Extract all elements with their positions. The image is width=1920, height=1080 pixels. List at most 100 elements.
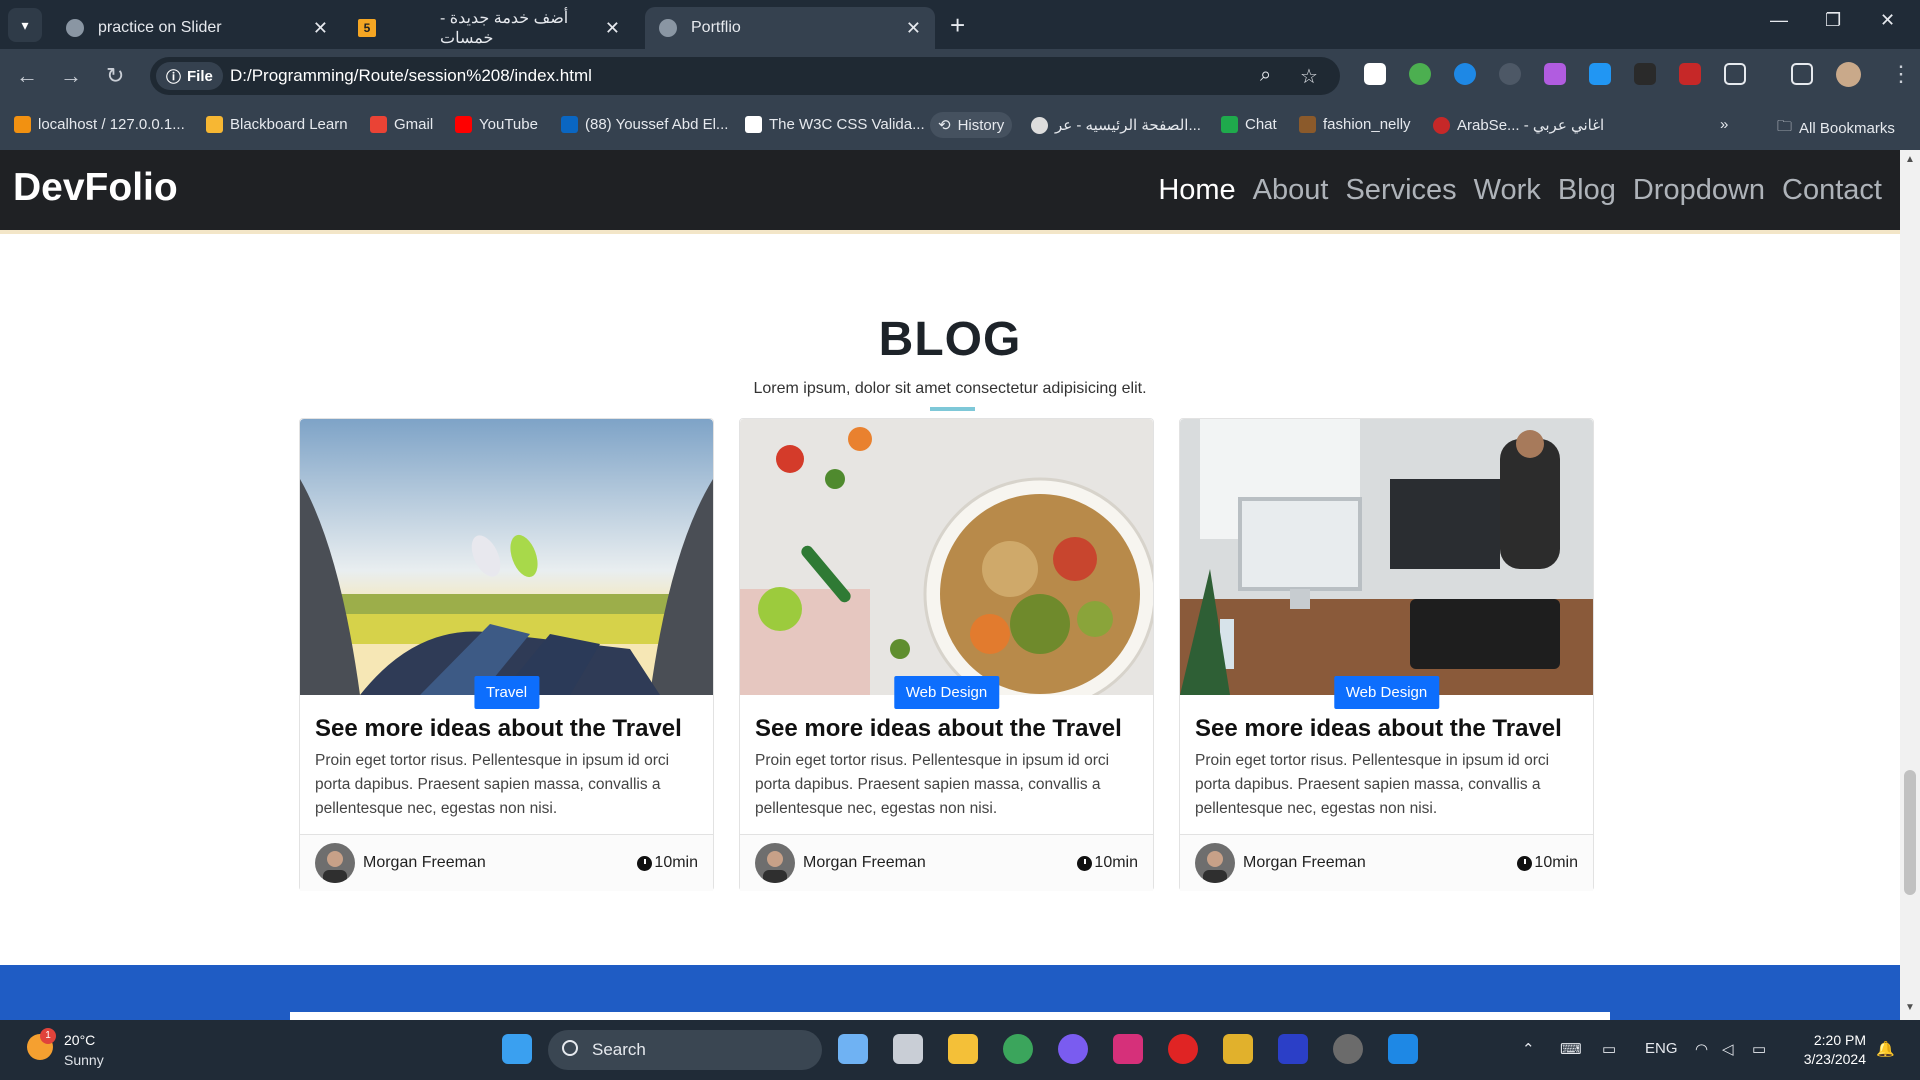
browser-tab-active[interactable]: Portflio ✕ [645, 7, 935, 49]
messenger-icon[interactable] [1058, 1034, 1088, 1064]
l-app-icon[interactable] [1278, 1034, 1308, 1064]
card-title[interactable]: See more ideas about the Travel [1195, 715, 1562, 743]
scroll-down-icon[interactable]: ▼ [1905, 1002, 1915, 1013]
copilot-icon[interactable] [838, 1034, 868, 1064]
blog-card[interactable]: Web Design See more ideas about the Trav… [1179, 418, 1594, 891]
tab-search-button[interactable]: ▾ [8, 8, 42, 42]
extension-icon[interactable] [1634, 63, 1656, 85]
bookmark-label: The W3C CSS Valida... [769, 116, 925, 133]
bookmark-item[interactable]: YouTube [455, 116, 538, 133]
forward-icon[interactable]: → [60, 63, 82, 89]
wifi-icon[interactable]: ◠ [1695, 1040, 1708, 1058]
card-image-office[interactable] [1180, 419, 1593, 695]
tab-title: Portflio [691, 19, 741, 36]
display-icon[interactable]: ▭ [1602, 1040, 1616, 1058]
react-icon[interactable] [1499, 63, 1521, 85]
bookmark-item[interactable]: الصفحة الرئيسيه - عر... [1031, 116, 1201, 134]
bookmark-item[interactable]: Gmail [370, 116, 433, 133]
blog-card[interactable]: Travel See more ideas about the Travel P… [299, 418, 714, 891]
author-name[interactable]: Morgan Freeman [1243, 854, 1366, 872]
nav-link-contact[interactable]: Contact [1782, 174, 1882, 207]
extension-icon[interactable] [1364, 63, 1386, 85]
keyboard-icon[interactable]: ⌨ [1560, 1040, 1582, 1058]
extension-icon[interactable] [1544, 63, 1566, 85]
bookmark-item[interactable]: Chat [1221, 116, 1277, 133]
bookmark-item[interactable]: localhost / 127.0.0.1... [14, 116, 185, 133]
category-badge[interactable]: Web Design [1333, 676, 1440, 709]
nav-link-services[interactable]: Services [1345, 174, 1456, 207]
browser-tab[interactable]: 5 أضف خدمة جديدة - خمسات ✕ [344, 7, 634, 49]
extensions-puzzle-icon[interactable] [1724, 63, 1746, 85]
minimize-icon[interactable]: — [1770, 10, 1788, 31]
star-icon[interactable]: ☆ [1300, 64, 1318, 89]
back-icon[interactable]: ← [16, 63, 38, 89]
linkedin-icon [561, 116, 578, 133]
close-icon[interactable]: ✕ [906, 18, 921, 39]
media-player-icon[interactable] [1333, 1034, 1363, 1064]
file-explorer-icon[interactable] [948, 1034, 978, 1064]
download-icon[interactable] [1589, 63, 1611, 85]
language-indicator[interactable]: ENG [1645, 1040, 1678, 1057]
close-icon[interactable]: ✕ [313, 18, 328, 39]
read-time: 10min [637, 854, 698, 872]
side-panel-icon[interactable] [1791, 63, 1813, 85]
address-bar[interactable]: ⓘ File D:/Programming/Route/session%208/… [150, 57, 1340, 95]
notifications-bell-icon[interactable]: 🔔 [1876, 1040, 1895, 1058]
bookmark-item-history[interactable]: ⟲ History [930, 112, 1013, 138]
weather-desc[interactable]: Sunny [64, 1052, 104, 1068]
nav-link-work[interactable]: Work [1474, 174, 1541, 207]
extension-icon[interactable] [1454, 63, 1476, 85]
card-title[interactable]: See more ideas about the Travel [755, 715, 1122, 743]
reload-icon[interactable]: ↻ [106, 63, 124, 89]
card-image-travel[interactable] [300, 419, 713, 695]
author-name[interactable]: Morgan Freeman [803, 854, 926, 872]
battery-icon[interactable]: ▭ [1752, 1040, 1766, 1058]
card-title[interactable]: See more ideas about the Travel [315, 715, 682, 743]
nav-link-home[interactable]: Home [1158, 174, 1235, 207]
new-tab-button[interactable]: + [950, 10, 965, 41]
tray-chevron-icon[interactable]: ⌃ [1522, 1040, 1535, 1058]
bookmark-item[interactable]: ArabSe... - اغاني عربي [1433, 116, 1604, 134]
windows-start-icon[interactable] [502, 1034, 532, 1064]
site-info-chip[interactable]: ⓘ File [156, 62, 223, 90]
menu-kebab-icon[interactable]: ⋮ [1890, 61, 1912, 87]
app-icon[interactable] [1223, 1034, 1253, 1064]
more-bookmarks-chevron-icon[interactable]: » [1720, 116, 1728, 133]
site-brand[interactable]: DevFolio [13, 166, 178, 210]
weather-temp[interactable]: 20°C [64, 1032, 95, 1048]
close-window-icon[interactable]: ✕ [1880, 10, 1895, 31]
tab-title: practice on Slider [98, 19, 222, 36]
close-icon[interactable]: ✕ [605, 18, 620, 39]
bookmark-item[interactable]: Blackboard Learn [206, 116, 348, 133]
task-view-icon[interactable] [893, 1034, 923, 1064]
blog-card[interactable]: Web Design See more ideas about the Trav… [739, 418, 1154, 891]
bookmark-item[interactable]: The W3C CSS Valida... [745, 116, 925, 133]
record-icon[interactable] [1168, 1034, 1198, 1064]
vscode-icon[interactable] [1388, 1034, 1418, 1064]
volume-icon[interactable]: ◁ [1722, 1040, 1734, 1058]
bookmark-item[interactable]: fashion_nelly [1299, 116, 1411, 133]
url-text[interactable]: D:/Programming/Route/session%208/index.h… [230, 66, 592, 86]
zoom-icon[interactable]: ⌕ [1260, 64, 1271, 87]
bookmark-item[interactable]: (88) Youssef Abd El... [561, 116, 728, 133]
bookmark-item-all[interactable]: 🗀 All Bookmarks [1777, 116, 1895, 141]
instagram-icon[interactable] [1113, 1034, 1143, 1064]
category-badge[interactable]: Travel [473, 676, 540, 709]
chrome-icon[interactable] [1003, 1034, 1033, 1064]
category-badge[interactable]: Web Design [893, 676, 1000, 709]
taskbar-search[interactable]: Search [548, 1030, 822, 1070]
scroll-up-icon[interactable]: ▲ [1905, 154, 1915, 165]
system-clock[interactable]: 2:20 PM 3/23/2024 [1804, 1031, 1866, 1069]
avatar[interactable] [1836, 62, 1861, 87]
author-name[interactable]: Morgan Freeman [363, 854, 486, 872]
extension-icon[interactable] [1679, 63, 1701, 85]
restore-icon[interactable]: ❐ [1825, 10, 1841, 31]
scroll-thumb[interactable] [1904, 770, 1916, 895]
page-scrollbar[interactable]: ▲ ▼ [1900, 150, 1920, 1020]
extension-icon[interactable] [1409, 63, 1431, 85]
nav-link-dropdown[interactable]: Dropdown [1633, 174, 1765, 207]
nav-link-blog[interactable]: Blog [1558, 174, 1616, 207]
nav-link-about[interactable]: About [1253, 174, 1329, 207]
card-image-food[interactable] [740, 419, 1153, 695]
browser-tab[interactable]: practice on Slider ✕ [52, 7, 342, 49]
